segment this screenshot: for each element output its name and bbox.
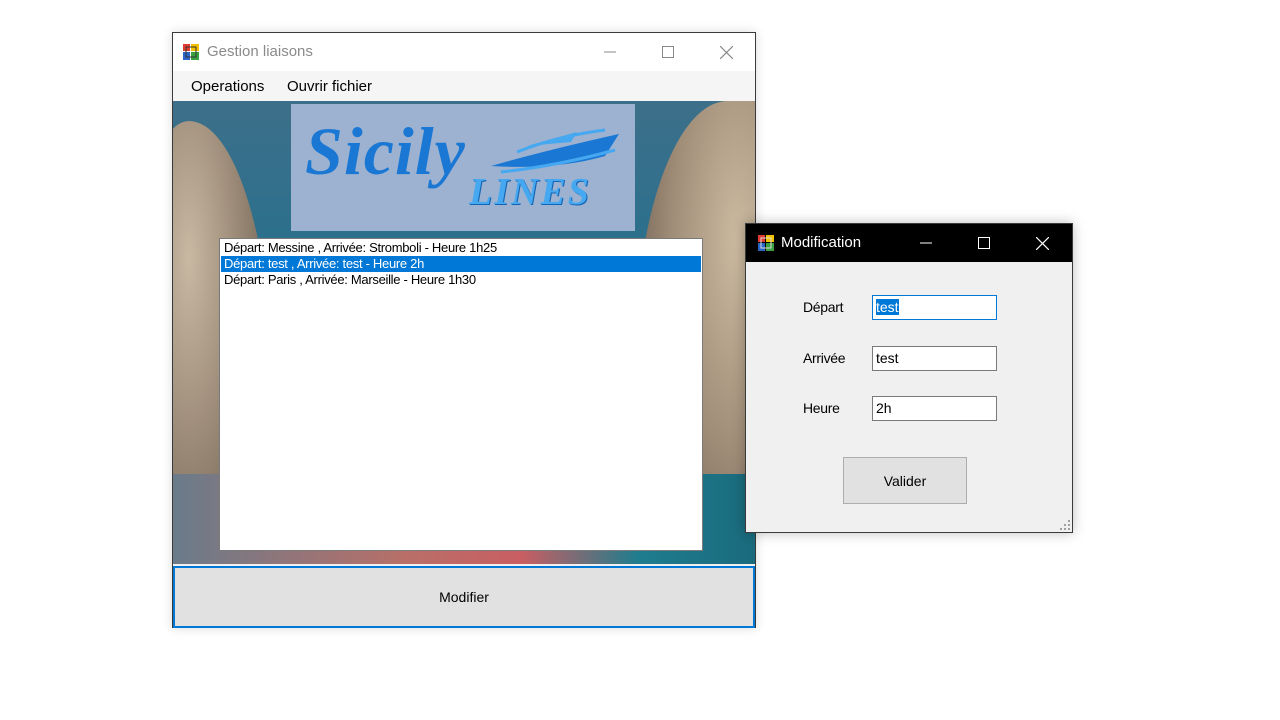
app-icon (758, 235, 774, 251)
window-title: Gestion liaisons (207, 43, 313, 60)
sicily-lines-logo: Sicily LINES (291, 104, 635, 231)
arrivee-label: Arrivée (803, 350, 846, 366)
arrivee-value: test (876, 350, 899, 366)
modification-dialog: Modification Départ test Arrivée test He… (745, 223, 1073, 533)
liaisons-listbox[interactable]: Départ: Messine , Arrivée: Stromboli - H… (219, 238, 703, 551)
maximize-icon (662, 46, 674, 58)
resize-grip-icon[interactable] (1060, 520, 1070, 530)
modifier-button[interactable]: Modifier (173, 566, 755, 628)
minimize-icon (604, 51, 616, 53)
minimize-button[interactable] (581, 33, 639, 71)
background-image: Sicily LINES Départ: Messine , Arrivée: … (173, 101, 755, 564)
dialog-title: Modification (781, 234, 862, 251)
dialog-maximize-button[interactable] (955, 224, 1013, 262)
close-button[interactable] (697, 33, 755, 71)
app-icon (183, 44, 199, 60)
heure-label: Heure (803, 400, 840, 416)
heure-value: 2h (876, 400, 892, 416)
dialog-titlebar[interactable]: Modification (746, 224, 1072, 262)
logo-main-text: Sicily (305, 113, 466, 189)
dialog-minimize-button[interactable] (897, 224, 955, 262)
close-icon (1035, 236, 1049, 250)
menu-bar: Operations Ouvrir fichier (173, 71, 755, 101)
menu-operations[interactable]: Operations (191, 78, 264, 95)
list-item[interactable]: Départ: Messine , Arrivée: Stromboli - H… (221, 240, 701, 256)
arrivee-input[interactable]: test (872, 346, 997, 371)
maximize-button[interactable] (639, 33, 697, 71)
valider-button[interactable]: Valider (843, 457, 967, 504)
depart-label: Départ (803, 299, 844, 315)
depart-input[interactable]: test (872, 295, 997, 320)
list-item[interactable]: Départ: Paris , Arrivée: Marseille - Heu… (221, 272, 701, 288)
maximize-icon (978, 237, 990, 249)
minimize-icon (920, 242, 932, 244)
heure-input[interactable]: 2h (872, 396, 997, 421)
menu-ouvrir-fichier[interactable]: Ouvrir fichier (287, 78, 372, 95)
dialog-close-button[interactable] (1013, 224, 1071, 262)
list-item-selected[interactable]: Départ: test , Arrivée: test - Heure 2h (221, 256, 701, 272)
logo-sub-text: LINES (469, 171, 591, 213)
main-window: Gestion liaisons Operations Ouvrir fichi… (172, 32, 756, 628)
main-titlebar[interactable]: Gestion liaisons (173, 33, 755, 71)
depart-value: test (876, 299, 899, 315)
close-icon (719, 45, 733, 59)
